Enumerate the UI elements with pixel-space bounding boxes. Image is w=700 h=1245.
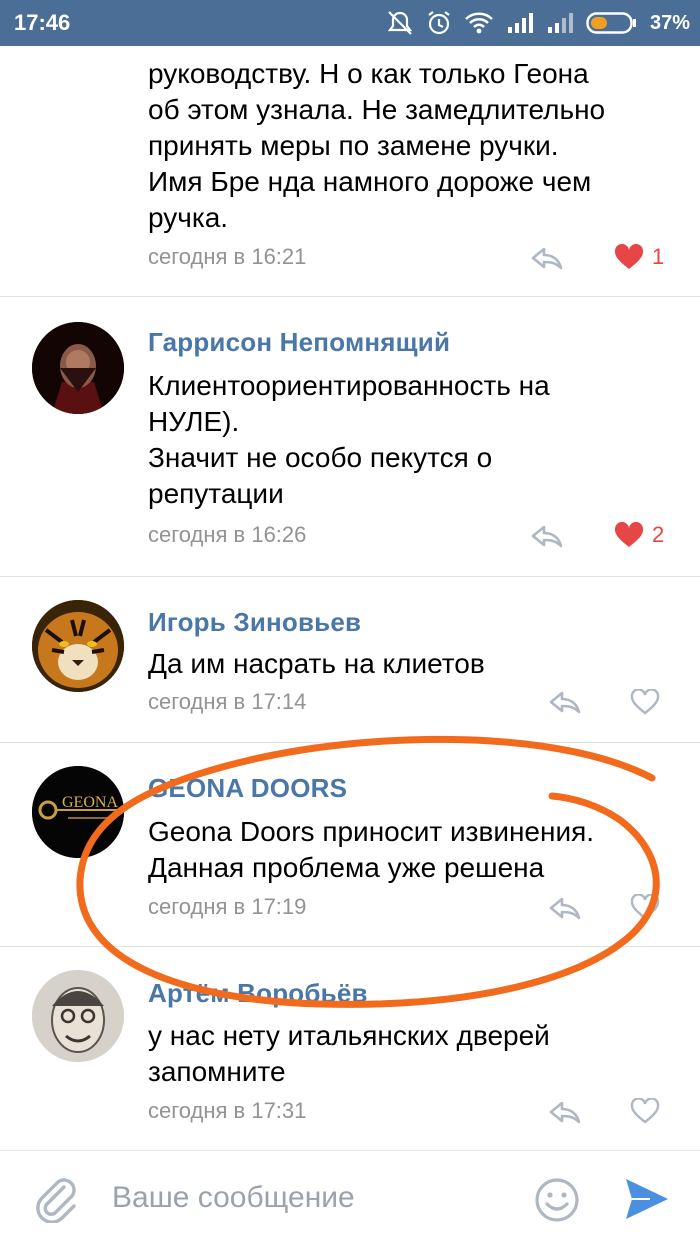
comment-text: Клиентоориентированность на НУЛЕ). Значи… (148, 370, 550, 509)
heart-outline-icon[interactable] (630, 689, 660, 715)
avatar-image (32, 970, 124, 1062)
like-count: 2 (652, 522, 665, 547)
comment-text: Да им насрать на клиетов (148, 648, 485, 679)
comment-text: у нас нету итальянских дверей запомните (148, 1020, 550, 1087)
comment-text: Geona Doors приносит извинения. Данная п… (148, 816, 595, 883)
comment-author[interactable]: Артём Воробьёв (148, 978, 368, 1009)
avatar-image (32, 322, 124, 414)
message-input[interactable]: Ваше сообщение (112, 1181, 355, 1215)
avatar[interactable] (32, 600, 124, 692)
like-count: 1 (652, 244, 665, 269)
avatar-logo-text: GEONA (62, 794, 118, 811)
comment-author[interactable]: GEONA DOORS (148, 773, 347, 804)
comment-text: руководству. Н о как только Геона об это… (148, 58, 606, 233)
battery-percent: 37% (649, 11, 690, 34)
avatar[interactable] (32, 970, 124, 1062)
heart-outline-icon[interactable] (630, 894, 660, 920)
emoji-icon[interactable] (534, 1177, 580, 1223)
heart-outline-icon[interactable] (630, 1098, 660, 1124)
reply-icon[interactable] (548, 896, 582, 920)
heart-filled-icon[interactable] (614, 522, 644, 548)
comment-time: сегодня в 17:19 (148, 894, 307, 919)
comment-author[interactable]: Игорь Зиновьев (148, 607, 361, 638)
avatar[interactable] (32, 322, 124, 414)
geona-logo: GEONA (32, 766, 124, 858)
status-bar: 17:46 37% (0, 0, 700, 46)
signal-icon-2 (547, 13, 573, 33)
divider (0, 946, 700, 947)
alarm-icon (428, 11, 450, 35)
message-composer: Ваше сообщение (0, 1150, 700, 1245)
divider (0, 576, 700, 577)
divider (0, 296, 700, 297)
divider (0, 742, 700, 743)
reply-icon[interactable] (548, 690, 582, 714)
comment-time: сегодня в 17:14 (148, 689, 307, 714)
comment-author[interactable]: Гаррисон Непомнящий (148, 327, 450, 358)
mute-icon (387, 11, 413, 35)
reply-icon[interactable] (548, 1100, 582, 1124)
status-time: 17:46 (14, 10, 71, 35)
comment-time: сегодня в 16:26 (148, 522, 307, 547)
comment-time: сегодня в 16:21 (148, 244, 307, 269)
avatar[interactable]: GEONA (32, 766, 124, 858)
status-icons: 37% (386, 8, 690, 38)
heart-filled-icon[interactable] (614, 244, 644, 270)
send-icon[interactable] (624, 1177, 670, 1221)
wifi-icon (465, 12, 493, 34)
avatar-image (32, 600, 124, 692)
comment-time: сегодня в 17:31 (148, 1098, 307, 1123)
signal-icon (507, 13, 533, 33)
reply-icon[interactable] (530, 246, 564, 270)
reply-icon[interactable] (530, 524, 564, 548)
battery-icon (586, 12, 636, 34)
attach-icon[interactable] (34, 1175, 80, 1223)
